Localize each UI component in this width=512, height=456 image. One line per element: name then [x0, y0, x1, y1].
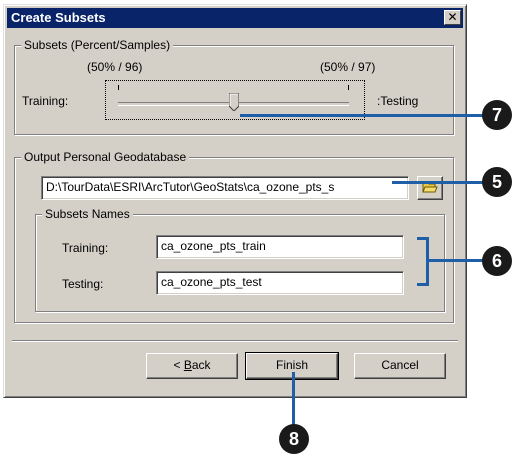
- callout-7: 7: [482, 100, 512, 130]
- output-group: Output Personal Geodatabase D:\TourData\…: [14, 150, 454, 323]
- back-button[interactable]: < Back: [146, 353, 238, 379]
- slider-thumb[interactable]: [228, 92, 239, 112]
- subsets-legend: Subsets (Percent/Samples): [21, 38, 174, 52]
- title-bar[interactable]: Create Subsets ✕: [7, 8, 463, 28]
- callout-5: 5: [482, 167, 512, 197]
- back-button-mnemonic: B: [183, 358, 192, 372]
- back-button-prefix: <: [173, 358, 184, 372]
- testing-name-label: Testing:: [62, 277, 104, 291]
- subset-names-legend: Subsets Names: [42, 207, 133, 221]
- training-name-label: Training:: [62, 241, 109, 255]
- subset-names-group: Subsets Names Training: ca_ozone_pts_tra…: [35, 207, 445, 312]
- callout-line-6: [426, 259, 486, 262]
- slider-tick-right: [348, 85, 349, 90]
- callout-8: 8: [279, 424, 309, 454]
- testing-percent-label: (50% / 97): [320, 60, 376, 74]
- callout-6: 6: [482, 246, 512, 276]
- callout-line-8: [292, 372, 295, 430]
- geodatabase-path-field[interactable]: D:\TourData\ESRI\ArcTutor\GeoStats\ca_oz…: [41, 176, 409, 200]
- training-percent-label: (50% / 96): [87, 60, 143, 74]
- output-legend: Output Personal Geodatabase: [21, 150, 190, 164]
- slider-training-label: Training:: [22, 94, 69, 108]
- slider-testing-label: :Testing: [377, 94, 419, 108]
- testing-name-field[interactable]: ca_ozone_pts_test: [156, 271, 404, 295]
- button-separator: [12, 340, 458, 342]
- callout-line-5: [392, 181, 486, 184]
- callout-line-7: [240, 114, 486, 117]
- close-button[interactable]: ✕: [444, 10, 461, 25]
- dialog-title: Create Subsets: [11, 10, 106, 25]
- back-button-rest: ack: [191, 358, 211, 372]
- browse-button[interactable]: [417, 176, 443, 200]
- close-icon: ✕: [447, 10, 458, 24]
- slider-tick-left: [118, 85, 119, 90]
- create-subsets-dialog: Create Subsets ✕ Subsets (Percent/Sample…: [3, 4, 467, 398]
- training-name-field[interactable]: ca_ozone_pts_train: [156, 235, 404, 259]
- subsets-group: Subsets (Percent/Samples) (50% / 96) (50…: [14, 38, 454, 135]
- cancel-button[interactable]: Cancel: [354, 353, 446, 379]
